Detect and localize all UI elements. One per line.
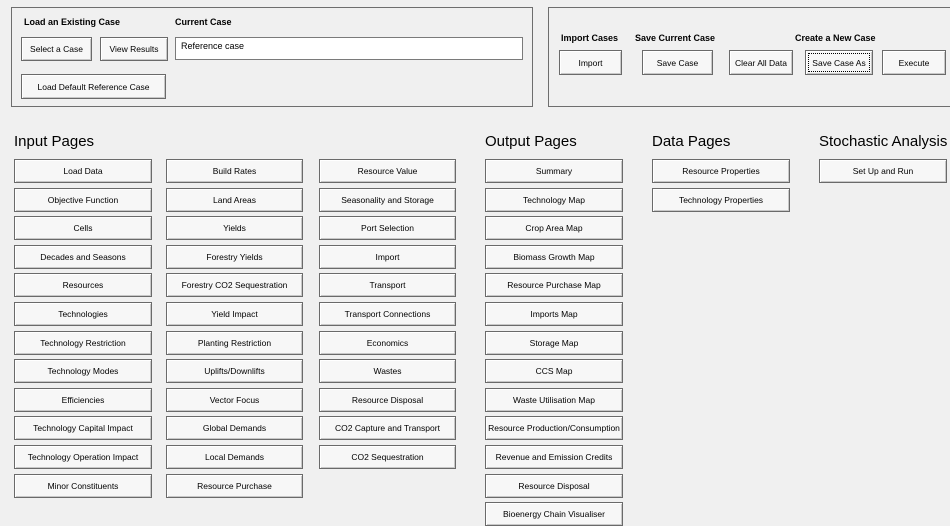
page-button-resource-disposal[interactable]: Resource Disposal [485,473,623,498]
page-button-resource-value[interactable]: Resource Value [319,159,456,183]
current-case-field[interactable]: Reference case [175,37,523,60]
page-button-biomass-growth-map[interactable]: Biomass Growth Map [485,244,623,269]
page-button-decades-and-seasons[interactable]: Decades and Seasons [14,244,152,269]
page-button-crop-area-map[interactable]: Crop Area Map [485,216,623,241]
page-button-resource-purchase[interactable]: Resource Purchase [166,473,303,498]
execute-button[interactable]: Execute [882,50,946,75]
page-button-ccs-map[interactable]: CCS Map [485,359,623,384]
page-button-cells[interactable]: Cells [14,216,152,241]
page-button-resource-disposal[interactable]: Resource Disposal [319,387,456,412]
page-button-yields[interactable]: Yields [166,216,303,241]
page-button-technology-operation-impact[interactable]: Technology Operation Impact [14,445,152,469]
case-actions-panel: Import Cases Save Current Case Create a … [548,7,950,107]
page-button-yield-impact[interactable]: Yield Impact [166,302,303,326]
clear-all-data-button[interactable]: Clear All Data [729,50,793,75]
page-button-technology-modes[interactable]: Technology Modes [14,359,152,384]
save-current-case-heading: Save Current Case [635,33,716,43]
page-button-global-demands[interactable]: Global Demands [166,416,303,441]
page-button-wastes[interactable]: Wastes [319,359,456,384]
import-button[interactable]: Import [559,50,622,75]
stochastic-analysis-heading: Stochastic Analysis [819,133,948,150]
page-button-build-rates[interactable]: Build Rates [166,159,303,183]
page-button-port-selection[interactable]: Port Selection [319,216,456,241]
page-button-transport[interactable]: Transport [319,273,456,298]
page-button-technology-map[interactable]: Technology Map [485,187,623,212]
import-cases-heading: Import Cases [561,33,619,43]
save-case-as-button[interactable]: Save Case As [805,50,873,75]
select-case-button[interactable]: Select a Case [21,37,92,61]
view-results-button[interactable]: View Results [100,37,168,61]
page-button-resource-production-consumption[interactable]: Resource Production/Consumption [485,416,623,441]
page-button-forestry-co2-sequestration[interactable]: Forestry CO2 Sequestration [166,273,303,298]
save-case-button[interactable]: Save Case [642,50,713,75]
page-button-set-up-and-run[interactable]: Set Up and Run [819,159,947,183]
page-button-objective-function[interactable]: Objective Function [14,187,152,212]
page-button-technology-restriction[interactable]: Technology Restriction [14,330,152,355]
page-button-forestry-yields[interactable]: Forestry Yields [166,244,303,269]
page-button-technology-properties[interactable]: Technology Properties [652,187,790,212]
page-button-uplifts-downlifts[interactable]: Uplifts/Downlifts [166,359,303,384]
page-button-planting-restriction[interactable]: Planting Restriction [166,330,303,355]
page-button-import[interactable]: Import [319,244,456,269]
page-button-load-data[interactable]: Load Data [14,159,152,183]
page-button-co2-sequestration[interactable]: CO2 Sequestration [319,445,456,469]
page-button-resources[interactable]: Resources [14,273,152,298]
page-button-land-areas[interactable]: Land Areas [166,187,303,212]
current-case-heading: Current Case [175,17,232,27]
page-button-resource-purchase-map[interactable]: Resource Purchase Map [485,273,623,298]
load-default-reference-button[interactable]: Load Default Reference Case [21,74,166,99]
page-button-vector-focus[interactable]: Vector Focus [166,387,303,412]
load-existing-heading: Load an Existing Case [24,17,121,27]
input-pages-heading: Input Pages [14,133,95,150]
page-button-technologies[interactable]: Technologies [14,302,152,326]
page-button-waste-utilisation-map[interactable]: Waste Utilisation Map [485,387,623,412]
page-button-co2-capture-and-transport[interactable]: CO2 Capture and Transport [319,416,456,441]
page-button-technology-capital-impact[interactable]: Technology Capital Impact [14,416,152,441]
output-pages-heading: Output Pages [485,133,577,150]
page-button-revenue-and-emission-credits[interactable]: Revenue and Emission Credits [485,445,623,469]
page-button-local-demands[interactable]: Local Demands [166,445,303,469]
page-button-efficiencies[interactable]: Efficiencies [14,387,152,412]
page-button-resource-properties[interactable]: Resource Properties [652,159,790,183]
case-selection-panel: Load an Existing Case Current Case Selec… [11,7,533,107]
page-button-transport-connections[interactable]: Transport Connections [319,302,456,326]
data-pages-heading: Data Pages [652,133,731,150]
page-button-economics[interactable]: Economics [319,330,456,355]
page-button-imports-map[interactable]: Imports Map [485,302,623,326]
create-new-case-heading: Create a New Case [795,33,876,43]
page-button-storage-map[interactable]: Storage Map [485,330,623,355]
page-button-seasonality-and-storage[interactable]: Seasonality and Storage [319,187,456,212]
page-button-summary[interactable]: Summary [485,159,623,183]
page-button-bioenergy-chain-visualiser[interactable]: Bioenergy Chain Visualiser [485,502,623,526]
page-button-minor-constituents[interactable]: Minor Constituents [14,473,152,498]
